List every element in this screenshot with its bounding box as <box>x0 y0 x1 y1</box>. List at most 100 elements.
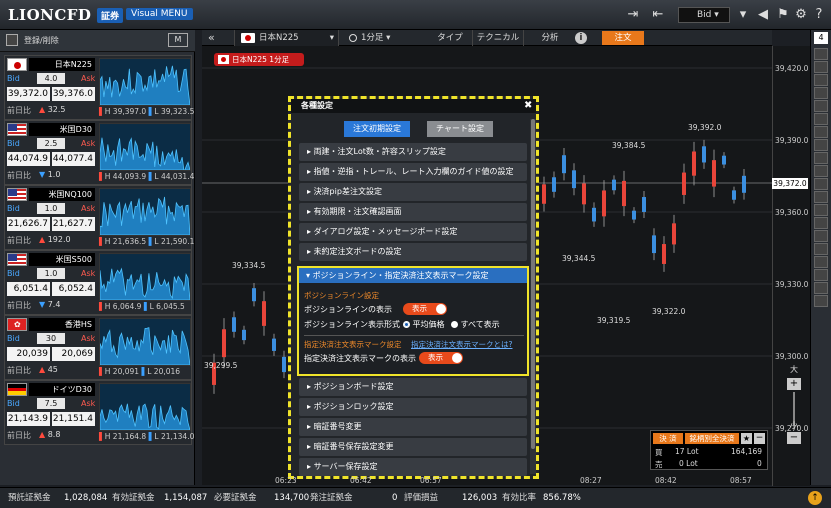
settings-row[interactable]: ▸ 未約定注文ボードの設定 <box>299 243 527 261</box>
drawing-tool-icon[interactable] <box>814 204 828 216</box>
drawing-tool-icon[interactable] <box>814 243 828 255</box>
collapse-icon[interactable]: « <box>208 30 215 46</box>
drawing-tool-icon[interactable] <box>814 178 828 190</box>
zoom-in-button[interactable]: + <box>787 378 801 390</box>
rate-card-5[interactable]: ドイツD30 Bid 7.5 Ask 21,143.9 21,151.4 前日比… <box>4 380 194 445</box>
settings-row[interactable]: ▸ 有効期限・注文確認画面 <box>299 203 527 221</box>
drawing-tool-icon[interactable] <box>814 282 828 294</box>
settings-row[interactable]: ▸ ポジションロック設定 <box>299 398 527 416</box>
status-value: 856.78% <box>543 493 581 503</box>
ask-price-button[interactable]: 6,052.4 <box>52 282 95 296</box>
ask-price-button[interactable]: 21,151.4 <box>52 412 95 426</box>
settle-all-button[interactable]: 銘柄別全決済 <box>685 433 739 444</box>
settle-button[interactable]: 決 済 <box>653 433 683 444</box>
rate-card-2[interactable]: 米国NQ100 Bid 1.0 Ask 21,626.7 21,627.7 前日… <box>4 185 194 250</box>
top-bar: LIONCFD 証券 Visual MENU ⇥ ⇤ Bid ▾ ▾ ◀ ⚑ ⚙… <box>0 0 831 30</box>
radio-all[interactable]: すべて表示 <box>451 319 500 330</box>
mark-help-link[interactable]: 指定決済注文表示マークとは? <box>411 339 512 350</box>
ask-price-button[interactable]: 21,627.7 <box>52 217 95 231</box>
export-icon[interactable]: ⇥ <box>625 7 641 23</box>
drawing-tool-icon[interactable] <box>814 295 828 307</box>
bid-price-button[interactable]: 21,626.7 <box>7 217 50 231</box>
megaphone-icon[interactable]: ◀ <box>755 7 771 23</box>
settings-row-label: 決済pip差注文設定 <box>313 187 382 196</box>
technical-button[interactable]: テクニカル <box>472 30 524 46</box>
bid-price-button[interactable]: 6,051.4 <box>7 282 50 296</box>
settings-row[interactable]: ▸ 決済pip差注文設定 <box>299 183 527 201</box>
list-icon[interactable] <box>6 34 18 46</box>
ask-price-button[interactable]: 39,376.0 <box>52 87 95 101</box>
rate-card-3[interactable]: 米国S500 Bid 1.0 Ask 6,051.4 6,052.4 前日比 ▼… <box>4 250 192 315</box>
drawing-tool-icon[interactable] <box>814 61 828 73</box>
drawing-tool-icon[interactable] <box>814 269 828 281</box>
mini-chart <box>99 123 191 171</box>
expanded-section-header[interactable]: ▾ ポジションライン・指定決済注文表示マーク設定 <box>299 268 527 283</box>
rate-sidebar: 登録/削除 M 日本N225 Bid 4.0 Ask 39,372.0 39,3… <box>0 30 195 485</box>
drawing-tool-icon[interactable] <box>814 100 828 112</box>
status-value: 0 <box>392 493 398 503</box>
settings-row[interactable]: ▸ ポジションボード設定 <box>299 378 527 396</box>
radio-average[interactable]: 平均価格 <box>403 319 445 330</box>
register-delete-button[interactable]: 登録/削除 <box>24 35 59 46</box>
ask-label: Ask <box>81 74 96 83</box>
bid-ask-select[interactable]: Bid ▾ <box>678 7 730 23</box>
tab-order-settings[interactable]: 注文初期設定 <box>344 121 410 137</box>
drawing-tool-icon[interactable] <box>814 217 828 229</box>
drawing-tool-icon[interactable] <box>814 191 828 203</box>
settings-row[interactable]: ▸ 暗証番号変更 <box>299 418 527 436</box>
rate-card-1[interactable]: 米国D30 Bid 2.5 Ask 44,074.9 44,077.4 前日比 … <box>4 120 194 185</box>
settings-row-label: 暗証番号変更 <box>313 422 362 431</box>
gear-icon[interactable]: ⚙ <box>793 7 809 23</box>
settings-row[interactable]: ▸ サーバー保存設定 <box>299 458 527 476</box>
scroll-up-icon[interactable]: ↑ <box>808 491 822 505</box>
ask-price-button[interactable]: 20,069 <box>52 347 95 361</box>
ask-price-button[interactable]: 44,077.4 <box>52 152 95 166</box>
zoom-out-button[interactable]: − <box>787 432 801 444</box>
drawing-tool-icon[interactable] <box>814 165 828 177</box>
info-icon[interactable]: i <box>575 32 587 44</box>
bid-price-button[interactable]: 44,074.9 <box>7 152 50 166</box>
tab-chart-settings[interactable]: チャート設定 <box>427 121 493 137</box>
bid-price-button[interactable]: 39,372.0 <box>7 87 50 101</box>
flag-icon[interactable]: ⚑ <box>775 7 791 23</box>
analysis-button[interactable]: 分析 <box>532 30 568 46</box>
drawing-tool-icon[interactable] <box>814 256 828 268</box>
settings-row[interactable]: ▸ ダイアログ設定・メッセージボード設定 <box>299 223 527 241</box>
import-icon[interactable]: ⇤ <box>650 7 666 23</box>
drawing-tool-icon[interactable] <box>814 152 828 164</box>
symbol-select[interactable]: 日本N225 ▾ <box>234 30 339 46</box>
settings-row[interactable]: ▸ 指値・逆指・トレール、レート入力欄のガイド値の設定 <box>299 163 527 181</box>
candle-body <box>582 183 586 205</box>
star-icon[interactable]: ★ <box>741 433 752 444</box>
drawing-tool-icon[interactable] <box>814 139 828 151</box>
drawing-tool-icon[interactable] <box>814 113 828 125</box>
drawing-tool-icon[interactable] <box>814 230 828 242</box>
lock-icon[interactable]: ▾ <box>735 7 751 23</box>
drawing-tool-icon[interactable] <box>814 74 828 86</box>
dialog-scrollbar[interactable] <box>530 119 536 474</box>
type-button[interactable]: タイプ <box>428 30 472 46</box>
settings-row-label: ポジションボード設定 <box>313 382 394 391</box>
drawing-tool-icon[interactable] <box>814 48 828 60</box>
visual-menu-button[interactable]: Visual MENU <box>126 8 193 20</box>
order-button[interactable]: 注文 <box>602 31 644 45</box>
rate-card-4[interactable]: ✿ 香港HS Bid 30 Ask 20,039 20,069 前日比 ▲ 45… <box>4 315 192 380</box>
pos-line-display-toggle[interactable]: 表示 <box>403 303 447 315</box>
help-icon[interactable]: ? <box>811 7 827 23</box>
bid-price-button[interactable]: 21,143.9 <box>7 412 50 426</box>
drawing-tool-icon[interactable] <box>814 126 828 138</box>
close-icon[interactable]: ✖ <box>524 100 532 112</box>
bid-price-button[interactable]: 20,039 <box>7 347 50 361</box>
mark-display-toggle[interactable]: 表示 <box>419 352 463 364</box>
settings-row[interactable]: ▸ 両建・注文Lot数・許容スリップ設定 <box>299 143 527 161</box>
minimize-icon[interactable]: − <box>754 433 765 444</box>
drawing-tool-icon[interactable] <box>814 87 828 99</box>
layout-count-button[interactable]: 4 <box>814 32 828 44</box>
rate-card-0[interactable]: 日本N225 Bid 4.0 Ask 39,372.0 39,376.0 前日比… <box>4 55 194 120</box>
interval-select[interactable]: 1分足 ▾ <box>347 30 402 46</box>
scroll-thumb[interactable] <box>531 119 535 449</box>
settings-row[interactable]: ▸ 暗証番号保存設定変更 <box>299 438 527 456</box>
m-button[interactable]: M <box>168 33 188 47</box>
status-label: 評価損益 <box>404 493 439 503</box>
expanded-title: ポジションライン・指定決済注文表示マーク設定 <box>312 271 489 280</box>
